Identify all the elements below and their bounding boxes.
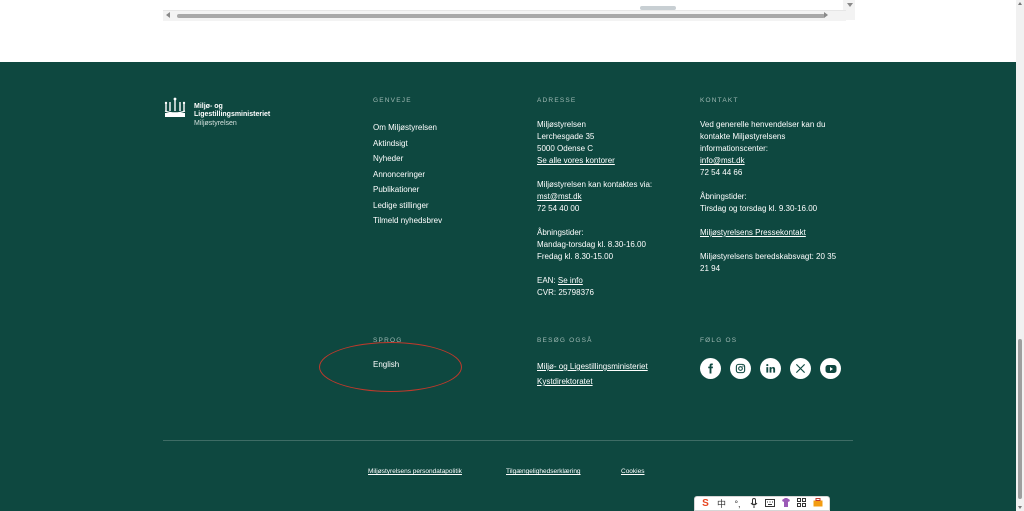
- cookies-link[interactable]: Cookies: [621, 466, 644, 478]
- contact-intro-1: Ved generelle henvendelser kan du: [700, 120, 826, 129]
- scroll-up-icon[interactable]: [1018, 2, 1022, 5]
- kontakt-heading: KONTAKT: [700, 97, 739, 104]
- info-hours: Tirsdag og torsdag kl. 9.30-16.00: [700, 204, 818, 213]
- link-tilmeld-nyhedsbrev[interactable]: Tilmeld nyhedsbrev: [373, 213, 523, 229]
- ean-line: EAN: Se info: [537, 275, 687, 287]
- facebook-icon[interactable]: [700, 358, 721, 379]
- contact-intro: Miljøstyrelsen kan kontaktes via:: [537, 180, 653, 189]
- ime-toolbar[interactable]: S 中 °,: [694, 496, 830, 511]
- footer-bottom-links: Miljøstyrelsens persondatapolitik Tilgæn…: [0, 466, 1016, 478]
- link-aktindsigt[interactable]: Aktindsigt: [373, 136, 523, 152]
- ministry-name-line1: Miljø- og: [194, 103, 223, 110]
- info-hours-label: Åbningstider:: [700, 192, 747, 201]
- toolbox-icon[interactable]: [811, 497, 824, 510]
- social-icons: [700, 358, 860, 379]
- instagram-icon[interactable]: [730, 358, 751, 379]
- email-link-mst[interactable]: mst@mst.dk: [537, 191, 687, 203]
- phone-mst: 72 54 40 00: [537, 204, 580, 213]
- emergency-line-1: Miljøstyrelsens beredskabsvagt: 20 35: [700, 252, 837, 261]
- ime-language-indicator[interactable]: 中: [715, 498, 728, 510]
- x-icon[interactable]: [790, 358, 811, 379]
- folg-heading: FØLG OS: [700, 337, 738, 344]
- youtube-icon[interactable]: [820, 358, 841, 379]
- besog-column: BESØG OGSÅ Miljø- og Ligestillingsminist…: [537, 336, 687, 389]
- ministry-name: Miljø- og Ligestillingsministeriet: [194, 103, 294, 119]
- keyboard-icon[interactable]: [763, 498, 776, 510]
- address-street: Lerchesgade 35: [537, 132, 595, 141]
- offices-link[interactable]: Se alle vores kontorer: [537, 155, 687, 167]
- adresse-heading: ADRESSE: [537, 97, 577, 104]
- adresse-column: ADRESSE Miljøstyrelsen Lerchesgade 35 50…: [537, 96, 687, 299]
- folg-column: FØLG OS: [700, 336, 860, 379]
- contact-intro-3: informationscenter:: [700, 144, 769, 153]
- phone-info: 72 54 44 66: [700, 168, 743, 177]
- ministry-link[interactable]: Miljø- og Ligestillingsministeriet: [537, 359, 687, 374]
- address-block: Miljøstyrelsen Lerchesgade 35 5000 Odens…: [537, 119, 687, 299]
- link-annonceringer[interactable]: Annonceringer: [373, 167, 523, 183]
- link-publikationer[interactable]: Publikationer: [373, 182, 523, 198]
- ean-info-link[interactable]: Se info: [558, 276, 583, 285]
- ministry-logo[interactable]: Miljø- og Ligestillingsministeriet Miljø…: [163, 97, 293, 137]
- genveje-heading: GENVEJE: [373, 97, 412, 104]
- hours-label: Åbningstider:: [537, 228, 584, 237]
- sogou-logo-icon[interactable]: S: [699, 498, 712, 510]
- grid-menu-icon[interactable]: [795, 497, 808, 510]
- address-name: Miljøstyrelsen: [537, 120, 586, 129]
- annotation-ellipse: [319, 342, 462, 392]
- page-scrollbar-thumb[interactable]: [1018, 339, 1022, 499]
- horizontal-scrollbar-thumb[interactable]: [177, 14, 825, 18]
- address-city: 5000 Odense C: [537, 144, 594, 153]
- link-om-miljostyrelsen[interactable]: Om Miljøstyrelsen: [373, 120, 523, 136]
- page-content-top: [0, 0, 1016, 62]
- cvr-number: CVR: 25798376: [537, 288, 594, 297]
- punctuation-icon[interactable]: °,: [731, 498, 744, 510]
- page-vertical-scrollbar[interactable]: [1016, 0, 1024, 511]
- kystdirektoratet-link[interactable]: Kystdirektoratet: [537, 374, 687, 389]
- email-link-info[interactable]: info@mst.dk: [700, 155, 860, 167]
- accessibility-statement-link[interactable]: Tilgængelighedserklæring: [506, 466, 581, 478]
- scroll-down-arrow-icon[interactable]: [847, 3, 853, 7]
- crown-icon: [164, 97, 186, 117]
- agency-name: Miljøstyrelsen: [194, 120, 237, 127]
- ean-label: EAN:: [537, 276, 556, 285]
- footer-divider: [163, 440, 853, 441]
- kontakt-column: KONTAKT Ved generelle henvendelser kan d…: [700, 96, 860, 275]
- link-nyheder[interactable]: Nyheder: [373, 151, 523, 167]
- horizontal-scrollbar[interactable]: [163, 10, 846, 21]
- scroll-right-arrow-icon[interactable]: [824, 12, 828, 18]
- scroll-left-arrow-icon[interactable]: [166, 12, 170, 18]
- linkedin-icon[interactable]: [760, 358, 781, 379]
- ministry-name-line2: Ligestillingsministeriet: [194, 111, 271, 118]
- press-contact-link[interactable]: Miljøstyrelsens Pressekontakt: [700, 227, 860, 239]
- privacy-policy-link[interactable]: Miljøstyrelsens persondatapolitik: [368, 466, 462, 478]
- genveje-column: GENVEJE Om Miljøstyrelsen Aktindsigt Nyh…: [373, 96, 523, 229]
- link-ledige-stillinger[interactable]: Ledige stillinger: [373, 198, 523, 214]
- emergency-line-2: 21 94: [700, 264, 721, 273]
- hours-fri: Fredag kl. 8.30-15.00: [537, 252, 614, 261]
- hours-mon-thu: Mandag-torsdag kl. 8.30-16.00: [537, 240, 646, 249]
- contact-intro-2: kontakte Miljøstyrelsens: [700, 132, 786, 141]
- scroll-down-icon[interactable]: [1018, 506, 1022, 509]
- skin-icon[interactable]: [779, 497, 792, 510]
- contact-block: Ved generelle henvendelser kan du kontak…: [700, 119, 860, 275]
- besog-heading: BESØG OGSÅ: [537, 337, 593, 344]
- genveje-list: Om Miljøstyrelsen Aktindsigt Nyheder Ann…: [373, 120, 523, 229]
- microphone-icon[interactable]: [747, 497, 760, 510]
- site-footer: Miljø- og Ligestillingsministeriet Miljø…: [0, 62, 1016, 511]
